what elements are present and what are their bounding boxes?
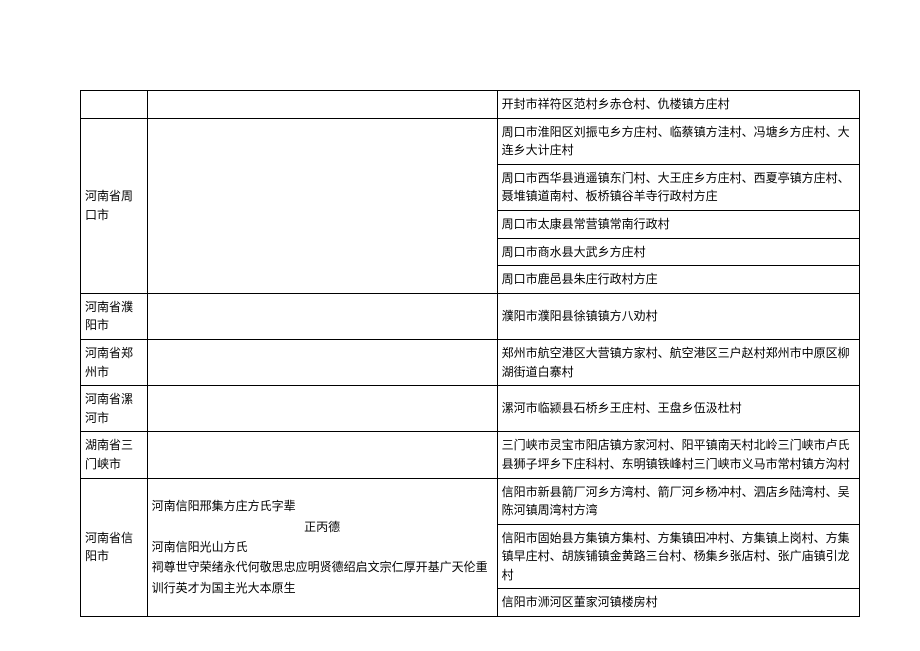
cell-mid-empty <box>147 339 497 385</box>
table-row: 河南省郑州市 郑州市航空港区大营镇方家村、航空港区三户赵村郑州市中原区柳湖街道白… <box>81 339 860 385</box>
xinyang-mid-line4: 祠尊世守荣绪永代何敬思忠应明贤德绍启文宗仁厚开基广天伦重训行英才为国主光大本原生 <box>152 557 493 598</box>
xinyang-mid-line1: 河南信阳邢集方庄方氏字辈 <box>152 496 493 516</box>
xinyang-mid-line3: 河南信阳光山方氏 <box>152 537 493 557</box>
cell-region-empty <box>81 91 148 119</box>
cell-right: 信阳市新县箭厂河乡方湾村、箭厂河乡杨冲村、泗店乡陆湾村、吴陈河镇周湾村方湾 <box>497 478 859 524</box>
cell-right: 郑州市航空港区大营镇方家村、航空港区三户赵村郑州市中原区柳湖街道白寨村 <box>497 339 859 385</box>
cell-right: 周口市西华县逍遥镇东门村、大王庄乡方庄村、西夏亭镇方庄村、聂堆镇道南村、板桥镇谷… <box>497 164 859 210</box>
cell-mid-empty <box>147 293 497 339</box>
cell-region: 河南省周口市 <box>81 118 148 293</box>
cell-region: 河南省濮阳市 <box>81 293 148 339</box>
cell-right: 开封市祥符区范村乡赤仓村、仇楼镇方庄村 <box>497 91 859 119</box>
cell-region: 河南省信阳市 <box>81 478 148 617</box>
cell-mid: 河南信阳邢集方庄方氏字辈 正丙德 河南信阳光山方氏 祠尊世守荣绪永代何敬思忠应明… <box>147 478 497 617</box>
cell-mid-empty <box>147 432 497 478</box>
xinyang-mid-line2: 正丙德 <box>152 517 493 537</box>
cell-right: 濮阳市濮阳县徐镇镇方八劝村 <box>497 293 859 339</box>
regions-table: 开封市祥符区范村乡赤仓村、仇楼镇方庄村 河南省周口市 周口市淮阳区刘振屯乡方庄村… <box>80 90 860 617</box>
table-row: 河南省信阳市 河南信阳邢集方庄方氏字辈 正丙德 河南信阳光山方氏 祠尊世守荣绪永… <box>81 478 860 524</box>
table-row: 河南省漯河市 漯河市临颍县石桥乡王庄村、王盘乡伍汲杜村 <box>81 386 860 432</box>
cell-mid-empty <box>147 118 497 293</box>
cell-right: 周口市商水县大武乡方庄村 <box>497 238 859 266</box>
cell-right: 三门峡市灵宝市阳店镇方家河村、阳平镇南天村北岭三门峡市卢氏县狮子坪乡下庄科村、东… <box>497 432 859 478</box>
cell-right: 信阳市固始县方集镇方集村、方集镇田冲村、方集镇上岗村、方集镇早庄村、胡族铺镇金黄… <box>497 524 859 589</box>
cell-region: 河南省漯河市 <box>81 386 148 432</box>
table-row: 湖南省三门峡市 三门峡市灵宝市阳店镇方家河村、阳平镇南天村北岭三门峡市卢氏县狮子… <box>81 432 860 478</box>
cell-mid-empty <box>147 91 497 119</box>
cell-region: 河南省郑州市 <box>81 339 148 385</box>
cell-mid-empty <box>147 386 497 432</box>
cell-right: 信阳市浉河区董家河镇楼房村 <box>497 589 859 617</box>
table-row: 开封市祥符区范村乡赤仓村、仇楼镇方庄村 <box>81 91 860 119</box>
table-row: 河南省周口市 周口市淮阳区刘振屯乡方庄村、临蔡镇方洼村、冯塘乡方庄村、大连乡大计… <box>81 118 860 164</box>
cell-region: 湖南省三门峡市 <box>81 432 148 478</box>
cell-right: 周口市淮阳区刘振屯乡方庄村、临蔡镇方洼村、冯塘乡方庄村、大连乡大计庄村 <box>497 118 859 164</box>
cell-right: 漯河市临颍县石桥乡王庄村、王盘乡伍汲杜村 <box>497 386 859 432</box>
table-row: 河南省濮阳市 濮阳市濮阳县徐镇镇方八劝村 <box>81 293 860 339</box>
cell-right: 周口市太康县常营镇常南行政村 <box>497 210 859 238</box>
cell-right: 周口市鹿邑县朱庄行政村方庄 <box>497 266 859 294</box>
